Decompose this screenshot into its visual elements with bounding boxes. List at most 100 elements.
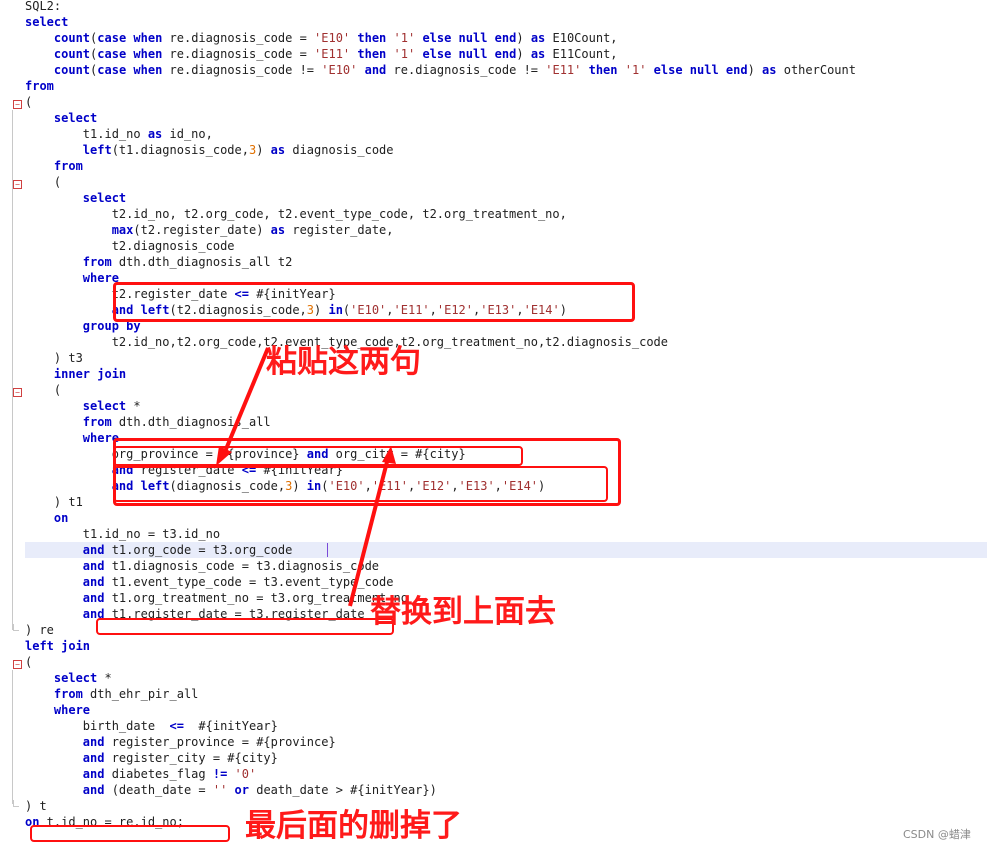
code-token: '' bbox=[212, 783, 228, 797]
code-line[interactable]: select * bbox=[25, 398, 141, 414]
code-token: ( bbox=[25, 383, 62, 397]
code-line[interactable]: and t1.event_type_code = t3.event_type_c… bbox=[25, 574, 394, 590]
fold-end-marker bbox=[13, 624, 19, 631]
code-token: register_date, bbox=[285, 223, 394, 237]
code-line[interactable]: select bbox=[25, 110, 97, 126]
code-line[interactable]: t2.diagnosis_code bbox=[25, 238, 235, 254]
code-editor[interactable]: SQL2: select count(case when re.diagnosis… bbox=[0, 0, 987, 847]
fold-toggle-icon[interactable]: − bbox=[13, 660, 22, 669]
code-line[interactable]: ( bbox=[25, 382, 61, 398]
code-token: from bbox=[53, 687, 83, 701]
fold-toggle-icon[interactable]: − bbox=[13, 100, 22, 109]
annotation-paste: 粘贴这两句 bbox=[266, 344, 421, 380]
code-token: '0' bbox=[234, 767, 257, 781]
code-line[interactable]: and diabetes_flag != '0' bbox=[25, 766, 256, 782]
code-line[interactable]: from dth.dth_diagnosis_all bbox=[25, 414, 271, 430]
code-line[interactable]: ( bbox=[25, 654, 32, 670]
watermark: CSDN @蜡津 bbox=[903, 828, 971, 841]
code-line[interactable]: and (death_date = '' or death_date > #{i… bbox=[25, 782, 437, 798]
code-line[interactable]: left join bbox=[25, 638, 90, 654]
code-line[interactable]: and register_province = #{province} bbox=[25, 734, 336, 750]
code-token: E10Count, bbox=[545, 31, 618, 45]
code-token: case when bbox=[97, 31, 163, 45]
fold-toggle-icon[interactable]: − bbox=[13, 180, 22, 189]
code-token: E11Count, bbox=[545, 47, 618, 61]
code-token: '1' bbox=[393, 31, 416, 45]
code-token: and bbox=[82, 575, 105, 589]
code-line[interactable]: select bbox=[25, 190, 126, 206]
code-token: t1.id_no = t3.id_no bbox=[25, 527, 221, 541]
code-line[interactable]: from dth_ehr_pir_all bbox=[25, 686, 199, 702]
code-line[interactable]: inner join bbox=[25, 366, 126, 382]
code-line[interactable]: on bbox=[25, 510, 68, 526]
code-token: diabetes_flag bbox=[104, 767, 213, 781]
code-line[interactable]: select bbox=[25, 14, 68, 30]
code-line[interactable]: where bbox=[25, 702, 90, 718]
code-token: ) t3 bbox=[25, 351, 83, 365]
code-line[interactable]: and t1.org_code = t3.org_code bbox=[25, 542, 293, 558]
code-line[interactable]: and t1.diagnosis_code = t3.diagnosis_cod… bbox=[25, 558, 379, 574]
code-token: * bbox=[126, 399, 141, 413]
code-line[interactable]: birth_date <= #{initYear} bbox=[25, 718, 278, 734]
code-token: (t2.register_date) bbox=[133, 223, 271, 237]
annotation-replace: 替换到上面去 bbox=[370, 594, 556, 630]
code-line[interactable]: count(case when re.diagnosis_code = 'E10… bbox=[25, 30, 618, 46]
replace-lines-box bbox=[113, 466, 608, 502]
code-token: dth.dth_diagnosis_all t2 bbox=[111, 255, 293, 269]
code-line[interactable]: ( bbox=[25, 174, 61, 190]
code-line[interactable]: SQL2: bbox=[25, 0, 61, 14]
code-token: t1.org_code = t3.org_code bbox=[104, 543, 293, 557]
code-line[interactable]: select * bbox=[25, 670, 112, 686]
code-line[interactable]: ) t3 bbox=[25, 350, 83, 366]
code-token: dth.dth_diagnosis_all bbox=[111, 415, 271, 429]
code-line[interactable]: ( bbox=[25, 94, 32, 110]
code-token: '1' bbox=[393, 47, 416, 61]
fold-toggle-icon[interactable]: − bbox=[13, 388, 22, 397]
code-line[interactable]: where bbox=[25, 430, 119, 446]
code-token: where bbox=[53, 703, 91, 717]
code-token: as bbox=[147, 127, 163, 141]
paste-source-box bbox=[113, 282, 635, 322]
code-token: select bbox=[82, 399, 127, 413]
code-line[interactable]: left(t1.diagnosis_code,3) as diagnosis_c… bbox=[25, 142, 394, 158]
code-line[interactable]: count(case when re.diagnosis_code != 'E1… bbox=[25, 62, 856, 78]
code-line[interactable]: count(case when re.diagnosis_code = 'E11… bbox=[25, 46, 618, 62]
code-line[interactable]: ) t bbox=[25, 798, 47, 814]
code-token: ) bbox=[747, 63, 763, 77]
code-line[interactable]: max(t2.register_date) as register_date, bbox=[25, 222, 394, 238]
code-line[interactable]: t1.id_no as id_no, bbox=[25, 126, 213, 142]
code-token: and bbox=[82, 751, 105, 765]
code-line[interactable]: ) t1 bbox=[25, 494, 83, 510]
code-line[interactable]: from dth.dth_diagnosis_all t2 bbox=[25, 254, 293, 270]
fold-line bbox=[12, 110, 13, 630]
code-line[interactable]: where bbox=[25, 270, 119, 286]
code-token: t1.event_type_code = t3.event_type_code bbox=[104, 575, 394, 589]
fold-line bbox=[12, 670, 13, 804]
code-token: t2.id_no, t2.org_code, t2.event_type_cod… bbox=[25, 207, 567, 221]
code-token: case when bbox=[97, 47, 163, 61]
code-line[interactable]: t2.id_no, t2.org_code, t2.event_type_cod… bbox=[25, 206, 567, 222]
code-line[interactable]: from bbox=[25, 78, 54, 94]
code-line[interactable]: from bbox=[25, 158, 83, 174]
code-token: birth_date bbox=[25, 719, 170, 733]
code-token: ) re bbox=[25, 623, 54, 637]
code-line[interactable]: and register_city = #{city} bbox=[25, 750, 278, 766]
code-line[interactable]: t1.id_no = t3.id_no bbox=[25, 526, 220, 542]
code-line[interactable]: and t1.org_treatment_no = t3.org_treatme… bbox=[25, 590, 408, 606]
code-token: from bbox=[25, 79, 54, 93]
code-token: select bbox=[25, 15, 69, 29]
code-token: as bbox=[530, 47, 546, 61]
code-token: SQL2: bbox=[25, 0, 62, 13]
code-line[interactable]: ) re bbox=[25, 622, 54, 638]
keep-line-box bbox=[113, 446, 523, 466]
